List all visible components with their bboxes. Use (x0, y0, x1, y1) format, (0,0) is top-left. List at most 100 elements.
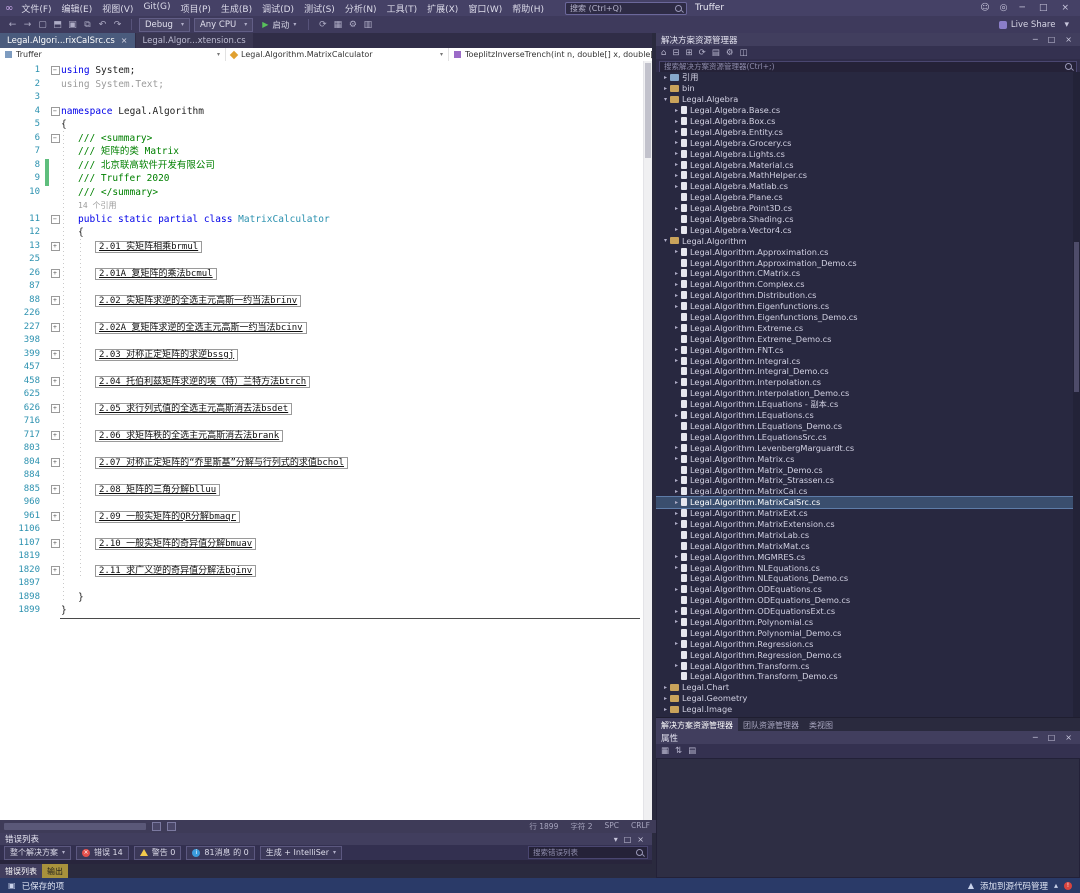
tree-item[interactable]: ▸Legal.Algorithm.Approximation.cs (656, 246, 1080, 257)
fold-expand-icon[interactable]: + (49, 429, 61, 443)
tree-item[interactable]: ▸Legal.Algorithm.NLEquations.cs (656, 562, 1080, 573)
tree-item[interactable]: ▸Legal.Algorithm.Complex.cs (656, 279, 1080, 290)
tree-item[interactable]: ▸Legal.Chart (656, 682, 1080, 693)
toolbar-overflow-icon[interactable]: ▾ (1059, 20, 1074, 30)
tree-expanded-icon[interactable]: ▾ (661, 96, 670, 103)
menu-item[interactable]: 编辑(E) (57, 2, 98, 15)
breadcrumb-project[interactable]: Truffer ▾ (0, 48, 226, 61)
tree-item[interactable]: ▸Legal.Algebra.Box.cs (656, 116, 1080, 127)
scrollbar-thumb[interactable] (645, 63, 651, 158)
notification-badge-icon[interactable]: ! (1064, 882, 1072, 890)
editor-horizontal-scrollbar[interactable] (4, 823, 146, 830)
tree-expanded-icon[interactable]: ▾ (661, 237, 670, 244)
categorized-icon[interactable]: ▦ (661, 746, 669, 756)
save-all-icon[interactable]: ⧉ (81, 20, 94, 30)
warnings-filter-button[interactable]: 警告 0 (134, 846, 182, 860)
start-debugging-button[interactable]: ▶ 启动 ▾ (257, 18, 301, 31)
restore-icon[interactable]: □ (1045, 35, 1059, 44)
tree-collapsed-icon[interactable]: ▸ (672, 107, 681, 114)
menu-item[interactable]: 分析(N) (340, 2, 382, 15)
tree-collapsed-icon[interactable]: ▸ (672, 499, 681, 506)
open-file-icon[interactable]: ⬒ (51, 20, 64, 30)
tree-item[interactable]: Legal.Algebra.Plane.cs (656, 192, 1080, 203)
breadcrumb-member[interactable]: ToeplitzInverseTrench(int n, double[] x,… (449, 48, 652, 61)
breadcrumb-type[interactable]: Legal.Algorithm.MatrixCalculator ▾ (226, 48, 449, 61)
document-tab[interactable]: Legal.Algor...xtension.cs (136, 33, 253, 48)
tree-collapsed-icon[interactable]: ▸ (661, 695, 670, 702)
preview-selected-icon[interactable]: ◫ (739, 48, 747, 58)
collapsed-region-box[interactable]: 2.06 求矩阵秩的全选主元高斯消去法brank (95, 430, 283, 442)
minimize-icon[interactable]: ─ (1030, 733, 1041, 742)
tree-collapsed-icon[interactable]: ▸ (672, 608, 681, 615)
tree-item[interactable]: ▸Legal.Algebra.Base.cs (656, 105, 1080, 116)
split-view-icon[interactable] (152, 822, 161, 831)
maximize-icon[interactable]: □ (1032, 3, 1055, 13)
tree-item[interactable]: ▸Legal.Image (656, 704, 1080, 715)
fold-expand-icon[interactable]: + (49, 483, 61, 497)
refresh-icon[interactable]: ⟳ (699, 48, 706, 58)
collapsed-region-box[interactable]: 2.05 求行列式值的全选主元高斯消去法bsdet (95, 403, 292, 415)
tree-item[interactable]: Legal.Algorithm.LEquations_Demo.cs (656, 421, 1080, 432)
fold-expand-icon[interactable]: + (49, 510, 61, 524)
fold-collapse-icon[interactable]: − (49, 213, 61, 227)
restore-icon[interactable]: □ (621, 835, 635, 844)
tree-collapsed-icon[interactable]: ▸ (672, 205, 681, 212)
collapsed-region-box[interactable]: 2.02 实矩阵求逆的全选主元高斯一约当法brinv (95, 295, 301, 307)
close-icon[interactable]: × (1054, 3, 1076, 13)
fold-expand-icon[interactable]: + (49, 321, 61, 335)
tree-item[interactable]: ▸Legal.Algorithm.MGMRES.cs (656, 551, 1080, 562)
save-icon[interactable]: ▣ (66, 20, 79, 30)
collapsed-region-box[interactable]: 2.02A 复矩阵求逆的全选主元高斯一约当法bcinv (95, 322, 307, 334)
tree-item[interactable]: Legal.Algorithm.Extreme_Demo.cs (656, 333, 1080, 344)
fold-expand-icon[interactable]: + (49, 456, 61, 470)
close-icon[interactable]: × (1062, 733, 1075, 742)
navigate-forward-icon[interactable]: → (21, 20, 34, 30)
tree-item[interactable]: ▸Legal.Algorithm.LevenbergMarguardt.cs (656, 442, 1080, 453)
tree-item[interactable]: ▸Legal.Algebra.Point3D.cs (656, 203, 1080, 214)
tree-item[interactable]: ▸Legal.Algorithm.MatrixCalSrc.cs (656, 497, 1080, 508)
tree-collapsed-icon[interactable]: ▸ (672, 346, 681, 353)
tree-item[interactable]: ▸Legal.Algorithm.LEquations.cs (656, 410, 1080, 421)
show-all-files-icon[interactable]: ▤ (712, 48, 720, 58)
tree-collapsed-icon[interactable]: ▸ (672, 553, 681, 560)
tree-item[interactable]: ▸Legal.Algebra.Grocery.cs (656, 137, 1080, 148)
fold-expand-icon[interactable]: + (49, 402, 61, 416)
menu-item[interactable]: 视图(V) (97, 2, 138, 15)
tree-collapsed-icon[interactable]: ▸ (672, 488, 681, 495)
configuration-dropdown[interactable]: Debug ▾ (139, 18, 190, 32)
close-icon[interactable]: × (634, 835, 647, 844)
redo-icon[interactable]: ↷ (111, 20, 124, 30)
fold-expand-icon[interactable]: + (49, 267, 61, 281)
tree-item[interactable]: ▸Legal.Algorithm.Matrix_Strassen.cs (656, 475, 1080, 486)
tree-item[interactable]: Legal.Algorithm.Eigenfunctions_Demo.cs (656, 312, 1080, 323)
hot-reload-icon[interactable]: ⟳ (316, 20, 329, 30)
editor-vertical-scrollbar[interactable] (643, 61, 652, 820)
tree-collapsed-icon[interactable]: ▸ (672, 640, 681, 647)
tree-item[interactable]: ▸Legal.Algorithm.CMatrix.cs (656, 268, 1080, 279)
tree-item[interactable]: ▸Legal.Algorithm.Transform.cs (656, 660, 1080, 671)
tree-item[interactable]: Legal.Algorithm.Integral_Demo.cs (656, 366, 1080, 377)
tree-item[interactable]: ▸Legal.Algorithm.Polynomial.cs (656, 617, 1080, 628)
menu-item[interactable]: 项目(P) (175, 2, 215, 15)
source-control-button[interactable]: 添加到源代码管理 (980, 880, 1048, 892)
tree-collapsed-icon[interactable]: ▸ (672, 172, 681, 179)
fold-expand-icon[interactable]: + (49, 348, 61, 362)
tree-collapsed-icon[interactable]: ▸ (661, 85, 670, 92)
collapsed-region-box[interactable]: 2.10 一般实矩阵的奇异值分解bmuav (95, 538, 256, 550)
menu-item[interactable]: 帮助(H) (507, 2, 549, 15)
tree-item[interactable]: ▸Legal.Algorithm.FNT.cs (656, 344, 1080, 355)
tree-item[interactable]: ▸Legal.Algorithm.Integral.cs (656, 355, 1080, 366)
break-all-icon[interactable]: ▦ (331, 20, 344, 30)
tree-item[interactable]: Legal.Algorithm.MatrixMat.cs (656, 540, 1080, 551)
tree-collapsed-icon[interactable]: ▸ (672, 510, 681, 517)
tree-collapsed-icon[interactable]: ▸ (672, 412, 681, 419)
tree-item[interactable]: Legal.Algorithm.ODEquations_Demo.cs (656, 595, 1080, 606)
error-scope-dropdown[interactable]: 整个解决方案 ▾ (4, 846, 71, 860)
error-source-dropdown[interactable]: 生成 + IntelliSer ▾ (260, 846, 342, 860)
menu-item[interactable]: 扩展(X) (422, 2, 463, 15)
tree-item[interactable]: ▸Legal.Algorithm.Matrix.cs (656, 453, 1080, 464)
expand-all-icon[interactable]: ⊞ (686, 48, 693, 58)
tree-collapsed-icon[interactable]: ▸ (672, 357, 681, 364)
tree-collapsed-icon[interactable]: ▸ (672, 303, 681, 310)
tree-item[interactable]: Legal.Algorithm.Approximation_Demo.cs (656, 257, 1080, 268)
